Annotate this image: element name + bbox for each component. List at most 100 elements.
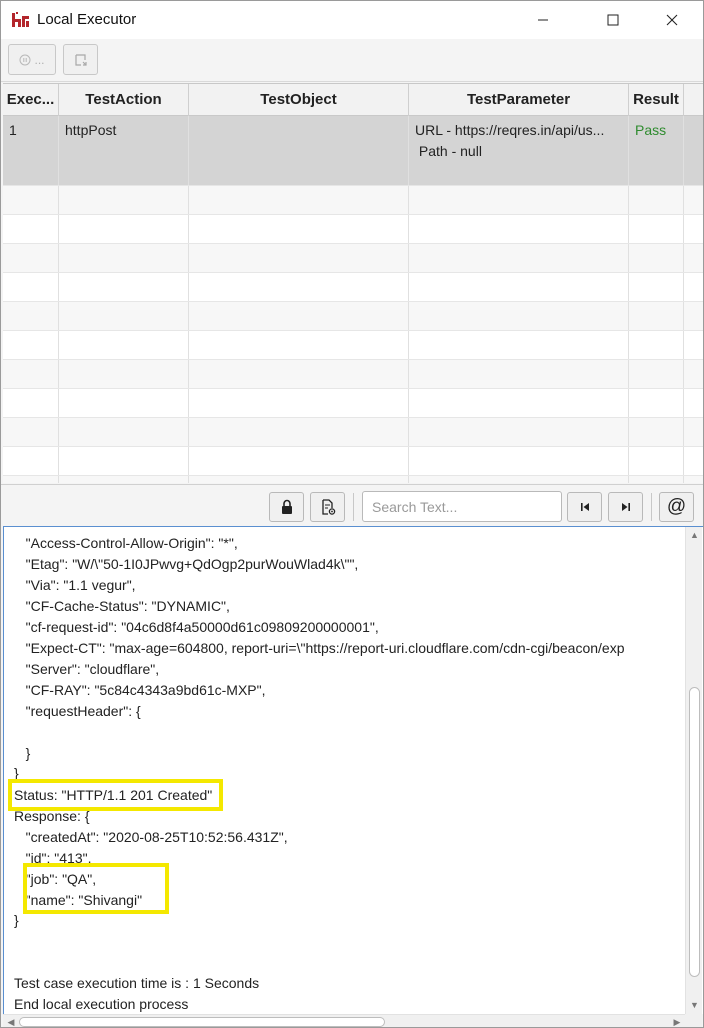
table-header: Exec... TestAction TestObject TestParame… [3, 84, 703, 116]
cell-parameter: URL - https://reqres.in/api/us... Path -… [409, 116, 629, 185]
window-title: Local Executor [37, 11, 137, 28]
minimize-button[interactable] [520, 1, 566, 39]
empty-cell [409, 447, 629, 475]
cell-action: httpPost [59, 116, 189, 185]
skip-last-icon [621, 503, 630, 511]
find-previous-button[interactable] [567, 492, 602, 522]
empty-cell [409, 186, 629, 214]
close-button[interactable] [649, 1, 695, 39]
table-row[interactable] [3, 360, 703, 389]
pause-button[interactable]: ... [8, 44, 56, 75]
empty-cell [629, 418, 684, 446]
empty-cell [629, 389, 684, 417]
lock-icon [281, 499, 292, 514]
empty-cell [629, 215, 684, 243]
empty-cell [629, 244, 684, 272]
export-button[interactable] [63, 44, 98, 75]
table-row[interactable] [3, 302, 703, 331]
minimize-icon [538, 19, 548, 21]
end-process-line: End local execution process [14, 996, 189, 1012]
toolbar-separator [651, 493, 652, 521]
log-line: "Expect-CT": "max-age=604800, report-uri… [14, 640, 625, 656]
empty-cell [3, 302, 59, 330]
export-icon [74, 53, 87, 66]
empty-cell [629, 447, 684, 475]
empty-cell [189, 186, 409, 214]
empty-cell [3, 418, 59, 446]
empty-cell [59, 447, 189, 475]
column-header-testaction[interactable]: TestAction [59, 84, 189, 116]
empty-cell [189, 360, 409, 388]
column-header-testparameter[interactable]: TestParameter [409, 84, 629, 116]
table-row[interactable] [3, 244, 703, 273]
scroll-lock-button[interactable] [269, 492, 304, 522]
table-row[interactable] [3, 476, 703, 483]
log-line: } [14, 912, 19, 928]
table-row[interactable] [3, 186, 703, 215]
scroll-down-icon[interactable]: ▼ [689, 999, 700, 1011]
empty-cell [3, 244, 59, 272]
log-line: "createdAt": "2020-08-25T10:52:56.431Z", [14, 829, 288, 845]
empty-cell [189, 418, 409, 446]
empty-cell [59, 476, 189, 483]
empty-cell [59, 389, 189, 417]
vertical-scroll-thumb[interactable] [689, 687, 700, 977]
horizontal-scrollbar[interactable]: ◀ ▶ [3, 1014, 685, 1027]
empty-cell [3, 273, 59, 301]
cell-object [189, 116, 409, 185]
table-row[interactable] [3, 447, 703, 476]
empty-cell [189, 389, 409, 417]
log-line: "CF-RAY": "5c84c4343a9bd61c-MXP", [14, 682, 266, 698]
scroll-left-icon[interactable]: ◀ [5, 1015, 17, 1027]
table-row[interactable]: 1 httpPost URL - https://reqres.in/api/u… [3, 116, 703, 186]
close-icon [666, 14, 678, 26]
local-executor-window: Local Executor ... Exec... TestAction Te… [0, 0, 704, 1028]
column-header-filler [684, 84, 703, 116]
empty-cell [3, 389, 59, 417]
empty-cell [409, 389, 629, 417]
find-next-button[interactable] [608, 492, 643, 522]
log-line: } [14, 745, 31, 761]
vertical-scrollbar[interactable]: ▲ ▼ [685, 527, 702, 1014]
empty-cell [59, 215, 189, 243]
table-row[interactable] [3, 331, 703, 360]
empty-cell [59, 418, 189, 446]
pause-icon [19, 54, 31, 65]
column-header-testobject[interactable]: TestObject [189, 84, 409, 116]
console-output[interactable]: "Access-Control-Allow-Origin": "*", "Eta… [3, 526, 703, 1014]
cell-result: Pass [629, 116, 684, 185]
maximize-button[interactable] [590, 1, 636, 39]
empty-cell [409, 273, 629, 301]
column-header-exec[interactable]: Exec... [3, 84, 59, 116]
empty-cell [629, 302, 684, 330]
horizontal-scroll-thumb[interactable] [19, 1017, 385, 1027]
empty-cell [3, 186, 59, 214]
column-header-result[interactable]: Result [629, 84, 684, 116]
highlight-box-status [8, 779, 223, 811]
search-input[interactable] [362, 491, 562, 522]
table-row[interactable] [3, 215, 703, 244]
log-settings-button[interactable] [310, 492, 345, 522]
toolbar-separator [353, 493, 354, 521]
empty-cell [189, 331, 409, 359]
log-line: "CF-Cache-Status": "DYNAMIC", [14, 598, 230, 614]
brand-logo-icon [12, 12, 29, 27]
empty-cell [3, 331, 59, 359]
empty-cell [3, 447, 59, 475]
table-row[interactable] [3, 273, 703, 302]
empty-cell [59, 244, 189, 272]
log-line: "Access-Control-Allow-Origin": "*", [14, 535, 238, 551]
log-line: "requestHeader": { [14, 703, 141, 719]
parameter-path: Path - null [415, 143, 482, 159]
log-line: "cf-request-id": "04c6d8f4a50000d61c0980… [14, 619, 379, 635]
scroll-right-icon[interactable]: ▶ [671, 1015, 683, 1027]
log-line: "Via": "1.1 vegur", [14, 577, 136, 593]
table-row[interactable] [3, 389, 703, 418]
empty-cell [3, 215, 59, 243]
scroll-up-icon[interactable]: ▲ [689, 529, 700, 541]
at-button[interactable]: @ [659, 492, 694, 522]
empty-cell [59, 331, 189, 359]
empty-cell [629, 360, 684, 388]
table-row[interactable] [3, 418, 703, 447]
empty-cell [409, 244, 629, 272]
